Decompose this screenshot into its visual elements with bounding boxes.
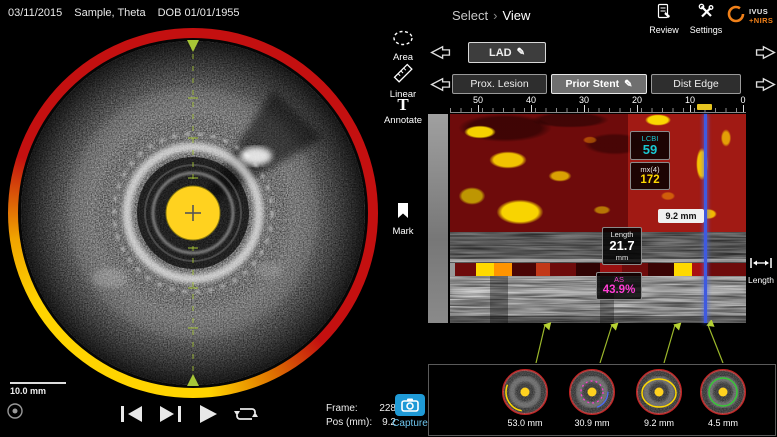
guide-catheter-region xyxy=(428,114,448,323)
playback-controls xyxy=(120,403,258,425)
position-label: 9.2 mm xyxy=(658,209,704,223)
patient-name: Sample, Theta xyxy=(74,7,145,19)
breadcrumb: Select › View xyxy=(452,8,530,23)
tool-annotate[interactable]: T Annotate xyxy=(383,96,423,126)
ruler-tick-label: 40 xyxy=(526,95,536,105)
settings-label: Settings xyxy=(684,25,728,35)
edit-pencil-icon: ✎ xyxy=(624,79,632,90)
segment-button-prox-lesion[interactable]: Prox. Lesion xyxy=(452,74,547,94)
settings-icon xyxy=(698,6,714,23)
pos-label: Pos (mm): xyxy=(326,416,372,430)
play-button[interactable] xyxy=(196,403,220,425)
length-unit: mm xyxy=(603,253,641,262)
review-label: Review xyxy=(642,25,686,35)
bookmark-label: 30.9 mm xyxy=(562,418,622,428)
segment-next-button[interactable] xyxy=(755,77,776,93)
ruler-tick-label: 0 xyxy=(740,95,745,105)
as-label: AS xyxy=(597,275,641,284)
play-icon xyxy=(198,404,218,424)
vessel-select-button[interactable]: LAD ✎ xyxy=(468,42,546,63)
length-badge: Length 21.7 mm xyxy=(602,227,642,265)
exam-date: 03/11/2015 xyxy=(8,7,62,19)
mark-icon xyxy=(396,207,410,224)
length-tool-label: Length xyxy=(746,275,776,285)
breadcrumb-view: View xyxy=(502,8,530,23)
logo-icon xyxy=(726,4,746,29)
vessel-name: LAD xyxy=(489,47,512,59)
tool-mark-label: Mark xyxy=(383,226,423,237)
as-value: 43.9% xyxy=(597,284,641,297)
tool-area[interactable]: Area xyxy=(383,30,423,63)
length-value: 21.7 xyxy=(603,239,641,253)
frame-info: Frame: 228 Pos (mm): 9.2 xyxy=(326,402,396,430)
annotate-icon: T xyxy=(383,96,423,114)
breadcrumb-separator: › xyxy=(493,8,497,23)
right-arrow-icon xyxy=(755,77,776,92)
segment-button-dist-edge[interactable]: Dist Edge xyxy=(651,74,741,94)
loop-icon xyxy=(234,404,258,424)
display-settings-icon[interactable] xyxy=(6,402,24,425)
breadcrumb-select[interactable]: Select xyxy=(452,8,488,23)
bookmark-thumbnail[interactable] xyxy=(568,368,616,416)
segment-label: Prox. Lesion xyxy=(470,78,528,90)
lcbi-badge: LCBI 59 mx(4) 172 xyxy=(630,131,670,192)
linear-icon xyxy=(393,70,413,87)
review-button[interactable]: Review xyxy=(642,3,686,35)
capture-button[interactable]: Capture xyxy=(392,394,428,429)
frame-label: Frame: xyxy=(326,402,358,416)
mx-value: 172 xyxy=(631,174,669,187)
left-arrow-icon xyxy=(430,77,451,92)
tool-mark[interactable]: Mark xyxy=(383,202,423,237)
length-tool[interactable]: Length xyxy=(746,256,776,285)
ruler-position-marker xyxy=(697,104,712,110)
review-icon xyxy=(656,6,672,23)
length-icon xyxy=(749,256,773,273)
tool-annotate-label: Annotate xyxy=(383,115,423,126)
edit-pencil-icon: ✎ xyxy=(517,47,525,58)
segment-label: Prior Stent xyxy=(565,78,619,90)
ruler-tick-label: 10 xyxy=(685,95,695,105)
lcbi-value: 59 xyxy=(631,143,669,157)
ivus-view[interactable] xyxy=(8,28,378,398)
segment-prev-button[interactable] xyxy=(430,77,451,93)
segment-label: Dist Edge xyxy=(673,78,719,90)
bookmark-strip: 53.0 mm 30.9 mm 9.2 mm 4.5 mm xyxy=(428,364,776,436)
ruler-tick-label: 20 xyxy=(632,95,642,105)
bookmark-thumbnail[interactable] xyxy=(699,368,747,416)
bookmark-label: 4.5 mm xyxy=(693,418,753,428)
logo: IVUS +NIRS xyxy=(726,4,773,29)
bookmark-thumbnail[interactable] xyxy=(501,368,549,416)
bookmark-thumbnail[interactable] xyxy=(635,368,683,416)
bookmark-label: 53.0 mm xyxy=(495,418,555,428)
left-arrow-icon xyxy=(430,45,451,60)
bookmark-arrows xyxy=(428,320,776,363)
step-back-icon xyxy=(120,404,144,424)
right-arrow-icon xyxy=(755,45,776,60)
step-forward-button[interactable] xyxy=(158,403,182,425)
scale-bar xyxy=(10,382,66,384)
settings-button[interactable]: Settings xyxy=(684,3,728,35)
step-forward-icon xyxy=(158,404,182,424)
patient-dob: DOB 01/01/1955 xyxy=(158,7,240,19)
ruler-tick-label: 50 xyxy=(473,95,483,105)
stenosis-badge: AS 43.9% xyxy=(596,272,642,300)
camera-icon xyxy=(395,394,425,416)
loop-button[interactable] xyxy=(234,403,258,425)
scale-label: 10.0 mm xyxy=(10,386,46,396)
patient-info: 03/11/2015 Sample, Theta DOB 01/01/1955 xyxy=(8,7,252,19)
position-cursor[interactable] xyxy=(704,114,707,323)
vessel-prev-button[interactable] xyxy=(430,45,451,61)
ruler-tick-label: 30 xyxy=(579,95,589,105)
ivus-image xyxy=(18,38,368,388)
vessel-next-button[interactable] xyxy=(755,45,776,61)
step-back-button[interactable] xyxy=(120,403,144,425)
capture-label: Capture xyxy=(392,418,428,429)
tool-area-label: Area xyxy=(383,52,423,63)
segment-button-prior-stent[interactable]: Prior Stent ✎ xyxy=(551,74,647,94)
area-icon xyxy=(392,33,414,50)
logo-line2: +NIRS xyxy=(749,17,773,26)
bookmark-label: 9.2 mm xyxy=(629,418,689,428)
mx-label: mx(4) xyxy=(631,165,669,174)
